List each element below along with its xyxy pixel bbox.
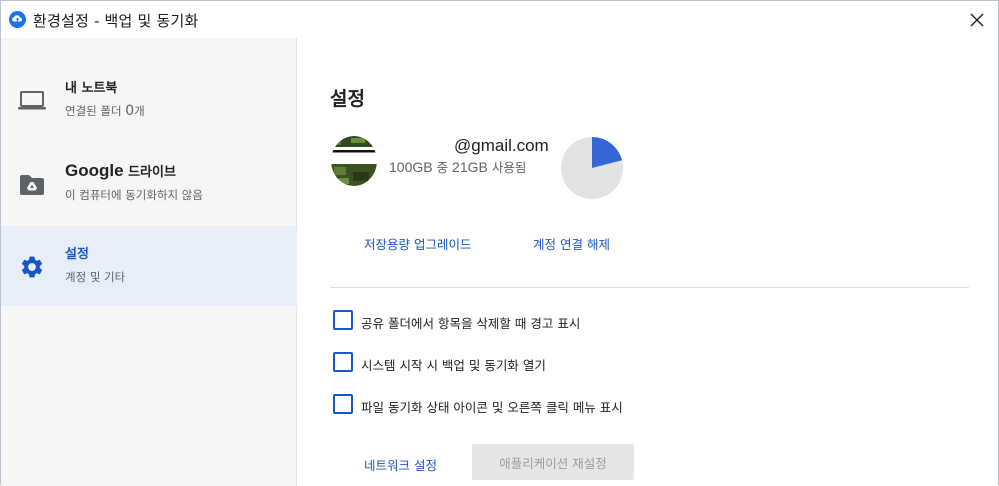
account-email: @gmail.com: [454, 136, 549, 155]
divider: [330, 287, 969, 288]
option-label: 시스템 시작 시 백업 및 동기화 열기: [361, 358, 546, 373]
page-title: 설정: [330, 88, 365, 110]
sidebar-item-title: 설정: [65, 247, 89, 262]
close-icon: [970, 13, 984, 27]
sidebar-item-subtitle: 계정 및 기타: [65, 270, 126, 284]
drive-folder-icon: [16, 171, 48, 199]
upgrade-storage-link[interactable]: 저장용량 업그레이드: [364, 234, 471, 253]
laptop-icon: [16, 87, 48, 115]
network-settings-link[interactable]: 네트워크 설정: [364, 455, 437, 474]
option-label: 공유 폴더에서 항목을 삭제할 때 경고 표시: [361, 316, 581, 331]
title-bar: 환경설정 - 백업 및 동기화: [1, 1, 998, 38]
sidebar-item-subtitle: 이 컴퓨터에 동기화하지 않음: [65, 188, 203, 202]
gear-icon: [16, 253, 48, 281]
storage-usage-text: 100GB 중 21GB 사용됨: [389, 159, 527, 175]
sidebar-item-settings[interactable]: 설정 계정 및 기타: [1, 226, 297, 306]
reset-application-button[interactable]: 애플리케이션 재설정: [472, 444, 634, 480]
sidebar-item-subtitle: 연결된 폴더 0개: [65, 103, 145, 119]
sync-status-icons-checkbox[interactable]: [333, 394, 353, 414]
sidebar-item-title: 내 노트북: [65, 81, 118, 96]
backup-sync-app-icon: [9, 11, 26, 28]
open-on-startup-checkbox[interactable]: [333, 352, 353, 372]
sidebar: 내 노트북 연결된 폴더 0개 Google 드라이브 이 컴퓨터에 동기화하지…: [1, 38, 297, 486]
sidebar-item-my-laptop[interactable]: 내 노트북 연결된 폴더 0개: [1, 60, 297, 140]
settings-panel: 설정 @gmail.com 100GB 중 21GB 사용됨 저장용량 업그레이…: [298, 38, 998, 486]
sidebar-item-google-drive[interactable]: Google 드라이브 이 컴퓨터에 동기화하지 않음: [1, 144, 297, 224]
window-title: 환경설정 - 백업 및 동기화: [33, 12, 199, 30]
warn-shared-delete-checkbox[interactable]: [333, 310, 353, 330]
disconnect-account-link[interactable]: 계정 연결 해제: [533, 234, 610, 253]
storage-pie-chart: [561, 137, 623, 199]
sidebar-item-title: Google 드라이브: [65, 161, 176, 180]
avatar: [331, 136, 377, 186]
close-button[interactable]: [964, 7, 990, 33]
option-label: 파일 동기화 상태 아이콘 및 오른쪽 클릭 메뉴 표시: [361, 400, 623, 415]
preferences-window: 환경설정 - 백업 및 동기화 내 노트북 연결된 폴더 0개 Google 드…: [0, 0, 999, 486]
